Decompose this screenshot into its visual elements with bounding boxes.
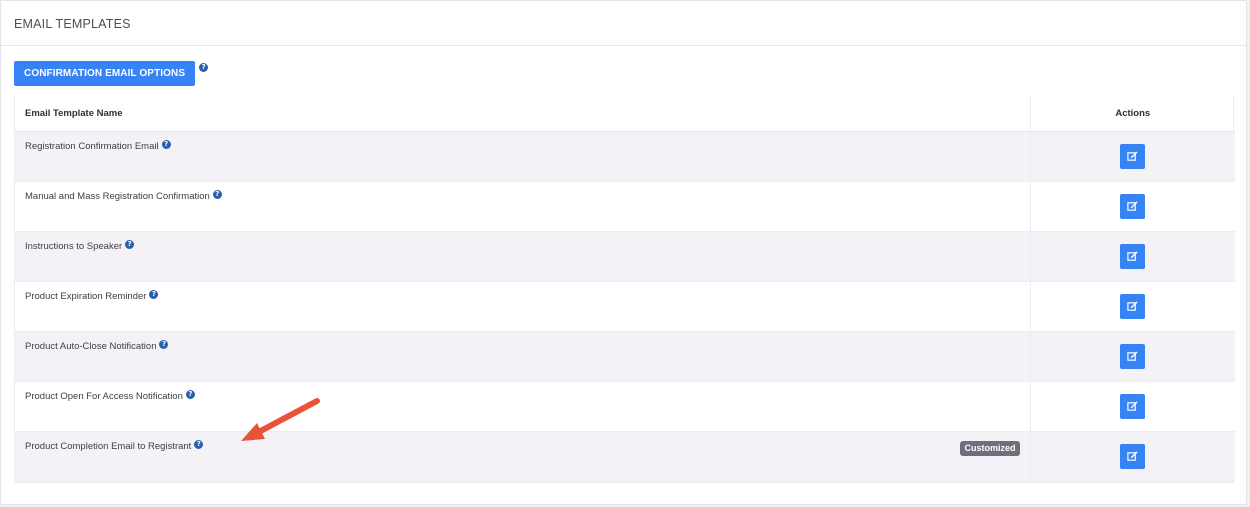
template-name: Product Open For Access Notification (25, 390, 183, 402)
template-name-cell: Product Open For Access Notification? (15, 381, 1030, 432)
template-name-cell: Product Expiration Reminder? (15, 281, 1030, 332)
template-name-cell: Instructions to Speaker? (15, 231, 1030, 282)
actions-cell (1029, 331, 1235, 382)
question-circle-icon[interactable]: ? (159, 340, 169, 350)
question-circle-icon[interactable]: ? (125, 240, 135, 250)
customized-badge: Customized (960, 440, 1020, 456)
edit-template-button[interactable] (1120, 243, 1146, 269)
table-row: Registration Confirmation Email? (15, 131, 1235, 182)
question-circle-icon[interactable]: ? (212, 190, 222, 200)
question-circle-icon[interactable]: ? (161, 140, 171, 150)
table-row: Instructions to Speaker? (15, 231, 1235, 282)
confirmation-email-options-button[interactable]: CONFIRMATION EMAIL OPTIONS (14, 61, 196, 86)
actions-cell (1029, 131, 1235, 182)
panel-title: EMAIL TEMPLATES (1, 1, 1246, 46)
email-templates-panel: EMAIL TEMPLATES CONFIRMATION EMAIL OPTIO… (0, 0, 1247, 505)
table-header-row: Email Template Name Actions (15, 96, 1235, 132)
table-row: Product Auto-Close Notification? (15, 331, 1235, 382)
column-header-name: Email Template Name (15, 96, 1030, 132)
question-circle-icon[interactable]: ? (194, 440, 204, 450)
table-row: Product Open For Access Notification? (15, 381, 1235, 432)
edit-pencil-icon (1127, 351, 1138, 361)
template-name-cell: Manual and Mass Registration Confirmatio… (15, 181, 1030, 232)
template-name: Instructions to Speaker (25, 240, 123, 252)
question-circle-icon[interactable]: ? (149, 290, 159, 300)
template-name: Product Auto-Close Notification (25, 340, 157, 352)
actions-cell (1029, 381, 1235, 432)
template-name-cell: Product Auto-Close Notification? (15, 331, 1030, 382)
edit-pencil-icon (1127, 201, 1138, 211)
template-name-cell: Product Completion Email to Registrant? C… (15, 431, 1030, 482)
edit-template-button[interactable] (1120, 293, 1146, 319)
edit-pencil-icon (1127, 301, 1138, 311)
edit-template-button[interactable] (1120, 193, 1146, 219)
template-name: Product Expiration Reminder (25, 290, 147, 302)
edit-pencil-icon (1127, 151, 1138, 161)
edit-pencil-icon (1127, 251, 1138, 261)
question-circle-icon[interactable]: ? (185, 390, 195, 400)
table-row: Product Expiration Reminder? (15, 281, 1235, 332)
template-name: Product Completion Email to Registrant (25, 440, 192, 452)
table-row: Manual and Mass Registration Confirmatio… (15, 181, 1235, 232)
edit-template-button[interactable] (1120, 143, 1146, 169)
table-row: Product Completion Email to Registrant? C… (15, 431, 1235, 482)
actions-cell (1029, 181, 1235, 232)
edit-template-button[interactable] (1120, 443, 1146, 469)
edit-pencil-icon (1127, 401, 1138, 411)
actions-cell (1029, 281, 1235, 332)
edit-template-button[interactable] (1120, 343, 1146, 369)
edit-pencil-icon (1127, 451, 1138, 461)
column-header-actions: Actions (1029, 96, 1235, 132)
toolbar: CONFIRMATION EMAIL OPTIONS ? (14, 61, 209, 86)
edit-template-button[interactable] (1120, 393, 1146, 419)
template-name-cell: Registration Confirmation Email? (15, 131, 1030, 182)
actions-cell (1029, 231, 1235, 282)
actions-cell (1029, 431, 1235, 482)
email-templates-table: Email Template Name Actions Registration… (14, 96, 1235, 483)
question-circle-icon[interactable]: ? (199, 63, 209, 72)
template-name: Manual and Mass Registration Confirmatio… (25, 190, 210, 202)
template-name: Registration Confirmation Email (25, 140, 159, 152)
